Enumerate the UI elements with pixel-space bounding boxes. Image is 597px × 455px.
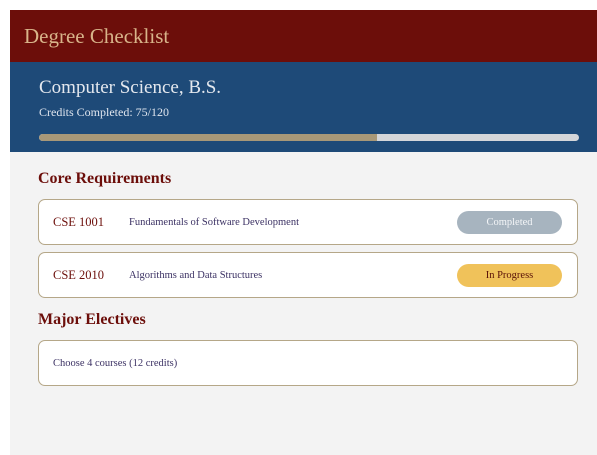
core-requirements-title: Core Requirements <box>38 170 172 187</box>
program-name: Computer Science, B.S. <box>39 77 222 98</box>
degree-checklist-app: Degree Checklist Computer Science, B.S. … <box>10 10 597 455</box>
credits-completed-text: Credits Completed: 75/120 <box>39 105 169 119</box>
major-electives-title: Major Electives <box>38 311 146 328</box>
course-name: Algorithms and Data Structures <box>129 269 263 281</box>
credits-progress-fill <box>39 134 377 141</box>
main-content: Core Requirements CSE 1001 Fundamentals … <box>10 152 597 386</box>
program-summary: Computer Science, B.S. Credits Completed… <box>10 62 597 152</box>
course-code: CSE 2010 <box>53 267 105 282</box>
electives-requirement-note: Choose 4 courses (12 credits) <box>53 357 178 369</box>
header-bar: Degree Checklist <box>10 10 597 62</box>
course-card-cse-2010[interactable]: CSE 2010 Algorithms and Data Structures … <box>38 252 578 298</box>
app-title: Degree Checklist <box>24 23 170 48</box>
course-card-cse-1001[interactable]: CSE 1001 Fundamentals of Software Develo… <box>38 199 578 245</box>
status-badge-in-progress: In Progress <box>457 263 562 287</box>
status-badge-completed: Completed <box>457 210 562 234</box>
course-code: CSE 1001 <box>53 214 105 229</box>
credits-progress-bar <box>39 134 579 141</box>
electives-card[interactable]: Choose 4 courses (12 credits) <box>38 340 578 386</box>
course-name: Fundamentals of Software Development <box>129 216 299 228</box>
